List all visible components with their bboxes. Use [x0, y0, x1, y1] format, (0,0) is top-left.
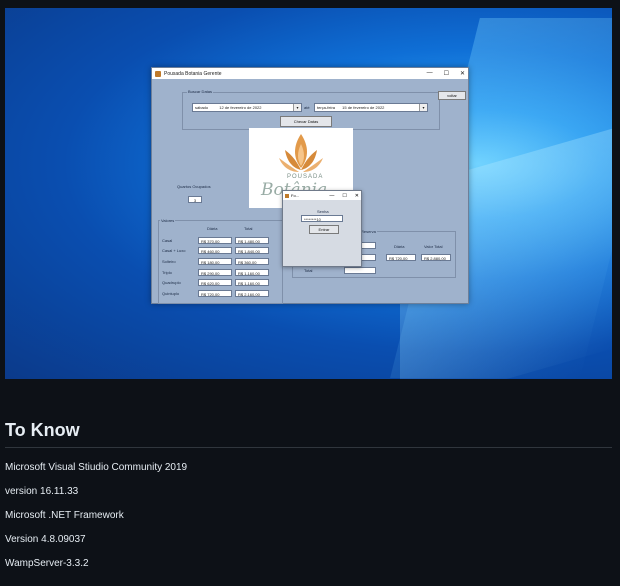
daily-price-field[interactable]: R$ 180,00 [198, 258, 232, 265]
calendar-dropdown-icon[interactable]: ▾ [293, 104, 301, 111]
daily-price-field[interactable]: R$ 290,00 [198, 269, 232, 276]
daily-price-field[interactable]: R$ 620,00 [198, 279, 232, 286]
room-type-label: Quadruplo [162, 280, 181, 285]
date-range-connector: até [304, 105, 310, 110]
total-price-field[interactable]: R$ 1.480,00 [235, 237, 269, 244]
date-from-day: sábado [195, 105, 209, 110]
maximize-icon[interactable]: ☐ [342, 193, 346, 199]
dialog-title: Fo... [291, 193, 300, 198]
total-price-field[interactable]: R$ 1.840,00 [235, 247, 269, 254]
login-button[interactable]: Entrar [309, 225, 339, 234]
minimize-icon[interactable]: — [427, 70, 433, 77]
window-title: Pousada Botania Gerente [164, 70, 222, 77]
date-from-value: 12 de fevereiro de 2022 [219, 105, 262, 110]
calendar-dropdown-icon[interactable]: ▾ [419, 104, 427, 111]
daily-price-field[interactable]: R$ 720,00 [198, 290, 232, 297]
heading-divider [5, 447, 612, 448]
info-line: WampServer-3.3.2 [5, 558, 89, 569]
date-to-value: 15 de fevereiro de 2022 [342, 105, 385, 110]
app-icon [155, 70, 161, 77]
reservation-side-label: Total [304, 268, 313, 273]
reservation-total-field[interactable]: R$ 2.880,00 [421, 254, 451, 261]
exit-button[interactable]: voltar [438, 91, 466, 100]
password-field[interactable]: ********10 [301, 215, 343, 222]
room-type-label: Casal + Luxo [162, 248, 186, 253]
dialog-titlebar: Fo... — ☐ ✕ [283, 191, 361, 200]
window-titlebar: Pousada Botania Gerente — ☐ ✕ [152, 68, 468, 79]
dialog-app-icon [285, 193, 289, 198]
rooms-occupied-label: Quartos Ocupados [177, 184, 211, 189]
info-line: Microsoft Visual Stiudio Community 2019 [5, 462, 188, 473]
total-price-field[interactable]: R$ 360,00 [235, 258, 269, 265]
password-dialog: Fo... — ☐ ✕ Senha ********10 Entrar [282, 190, 362, 267]
password-label: Senha [317, 209, 329, 214]
reservation-col-total: Valor Total [424, 244, 443, 249]
dialog-controls: — ☐ ✕ [329, 193, 359, 199]
daily-price-field[interactable]: R$ 460,00 [198, 247, 232, 254]
room-type-label: Quintuplo [162, 291, 180, 296]
close-icon[interactable]: ✕ [355, 193, 359, 199]
section-heading: To Know [5, 420, 80, 440]
room-type-label: Casal [162, 238, 173, 243]
prices-col-daily: Diária [207, 226, 218, 231]
info-line: Version 4.8.09037 [5, 534, 86, 545]
info-line: version 16.11.33 [5, 486, 79, 497]
date-to-picker[interactable]: terça-feira 15 de fevereiro de 2022 ▾ [314, 103, 428, 112]
reservation-group-label: Reserva [360, 229, 377, 234]
daily-price-field[interactable]: R$ 370,00 [198, 237, 232, 244]
reservation-extra-field[interactable] [344, 267, 376, 274]
date-to-day: terça-feira [317, 105, 336, 110]
total-price-field[interactable]: R$ 1.160,00 [235, 269, 269, 276]
info-line: Microsoft .NET Framework [5, 510, 124, 521]
prices-col-total: Total [244, 226, 253, 231]
check-dates-button[interactable]: Checar Datas [280, 116, 332, 127]
search-group-label: Buscar Datas [187, 89, 214, 94]
maximize-icon[interactable]: ☐ [444, 70, 449, 77]
room-type-label: Triplo [162, 270, 172, 275]
app-window: Pousada Botania Gerente — ☐ ✕ Buscar Dat… [151, 67, 469, 304]
reservation-col-daily: Diária [394, 244, 405, 249]
date-from-picker[interactable]: sábado 12 de fevereiro de 2022 ▾ [192, 103, 302, 112]
minimize-icon[interactable]: — [329, 193, 334, 199]
rooms-occupied-field[interactable]: 3 [188, 196, 202, 203]
window-controls: — ☐ ✕ [427, 70, 465, 77]
room-type-label: Solteiro [162, 259, 176, 264]
total-price-field[interactable]: R$ 1.160,00 [235, 279, 269, 286]
reservation-daily-field[interactable]: R$ 720,00 [386, 254, 416, 261]
readme-section: To Know Microsoft Visual Stiudio Communi… [5, 420, 612, 569]
prices-group-label: Valores [160, 218, 176, 223]
close-icon[interactable]: ✕ [460, 70, 465, 77]
total-price-field[interactable]: R$ 2.160,00 [235, 290, 269, 297]
desktop-screenshot: Pousada Botania Gerente — ☐ ✕ Buscar Dat… [5, 8, 612, 379]
